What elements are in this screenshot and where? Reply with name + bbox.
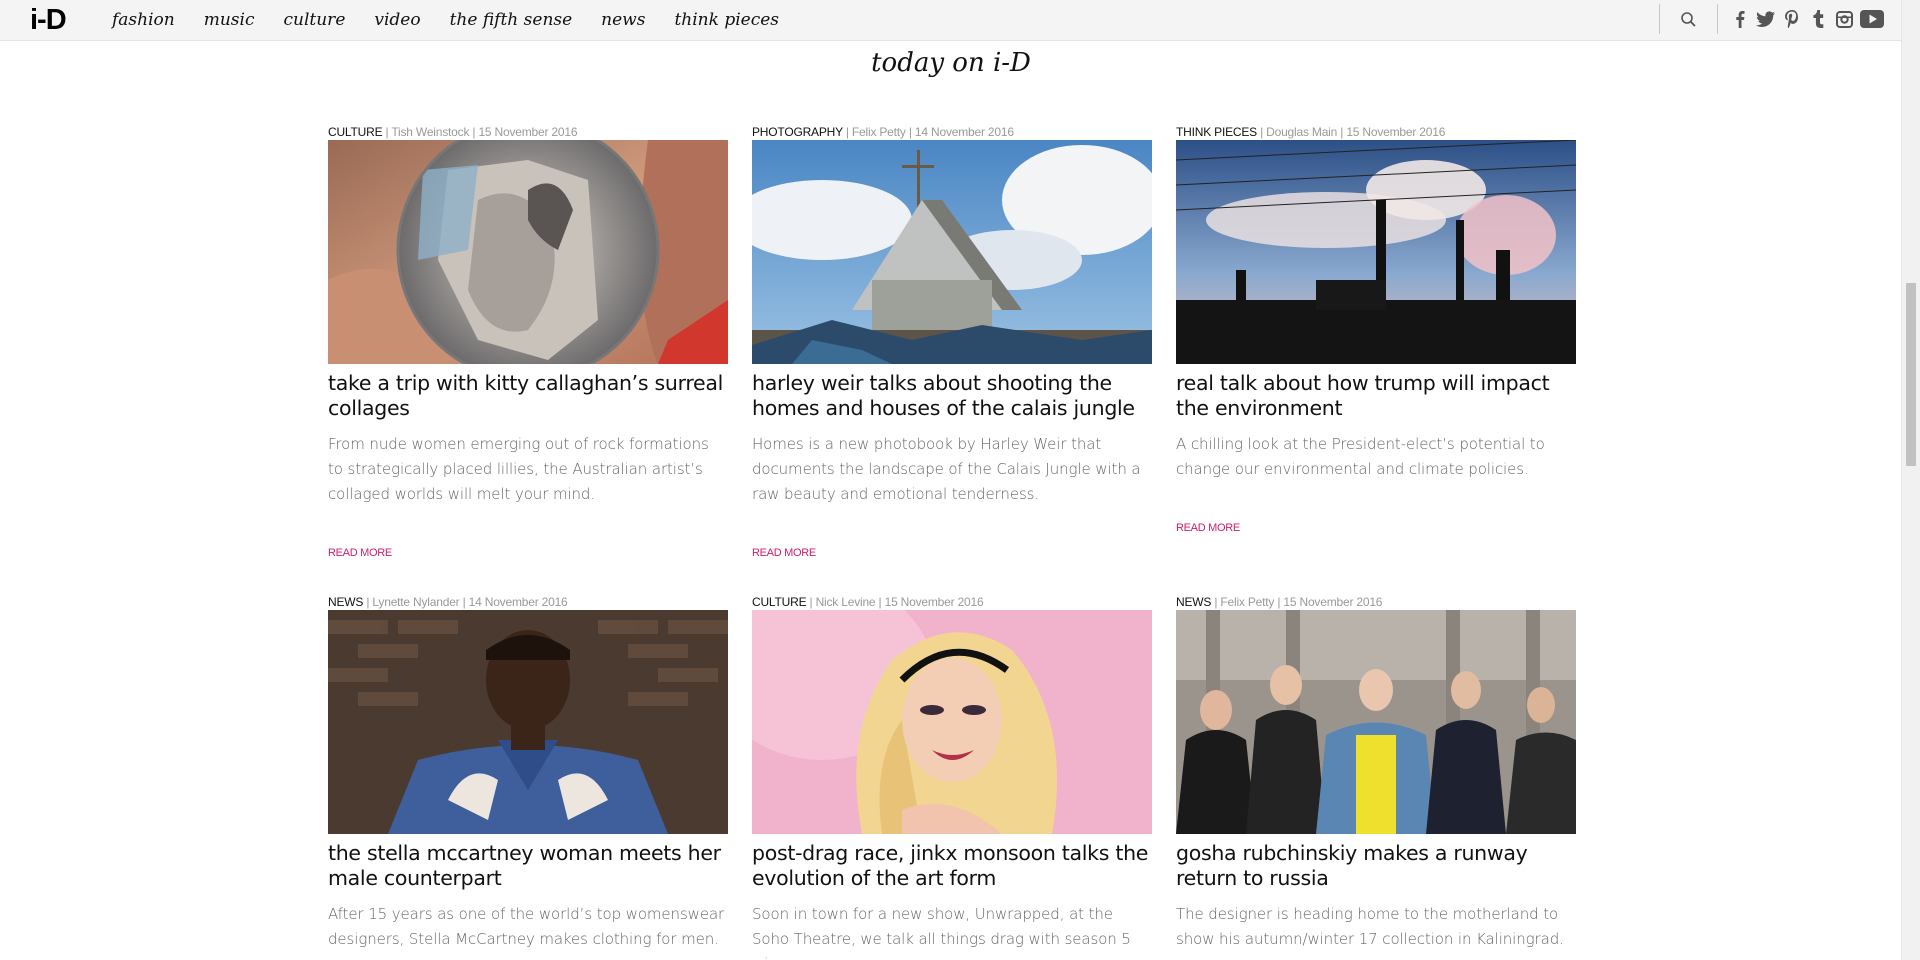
nav-item-think-pieces[interactable]: think pieces bbox=[674, 10, 779, 30]
article-title[interactable]: gosha rubchinskiy makes a runway return … bbox=[1176, 841, 1576, 891]
article-date: 15 November 2016 bbox=[1346, 125, 1446, 139]
article-card: NEWS | Lynette Nylander | 14 November 20… bbox=[328, 594, 728, 960]
site-logo[interactable]: i-D bbox=[30, 4, 67, 36]
article-date: 14 November 2016 bbox=[914, 125, 1014, 139]
article-author[interactable]: Douglas Main bbox=[1266, 125, 1337, 139]
article-card: NEWS | Felix Petty | 15 November 2016 go… bbox=[1176, 594, 1576, 960]
scrollbar-thumb[interactable] bbox=[1906, 283, 1916, 466]
article-excerpt: Homes is a new photobook by Harley Weir … bbox=[752, 435, 1141, 503]
article-image[interactable] bbox=[328, 610, 728, 834]
article-title[interactable]: the stella mccartney woman meets her mal… bbox=[328, 841, 728, 891]
twitter-icon[interactable] bbox=[1755, 8, 1777, 30]
page-scrollbar[interactable] bbox=[1901, 0, 1920, 960]
article-meta: NEWS | Lynette Nylander | 14 November 20… bbox=[328, 595, 568, 609]
read-more-link[interactable]: READ MORE bbox=[1176, 522, 1240, 534]
article-author[interactable]: Nick Levine bbox=[816, 595, 876, 609]
article-author[interactable]: Felix Petty bbox=[1220, 595, 1274, 609]
article-date: 15 November 2016 bbox=[478, 125, 578, 139]
nav-item-culture[interactable]: culture bbox=[284, 10, 346, 30]
article-meta: NEWS | Felix Petty | 15 November 2016 bbox=[1176, 595, 1383, 609]
article-excerpt: From nude women emerging out of rock for… bbox=[328, 435, 709, 503]
article-category[interactable]: NEWS bbox=[1176, 595, 1211, 609]
search-icon bbox=[1681, 12, 1696, 27]
read-more-link[interactable]: READ MORE bbox=[328, 547, 392, 559]
article-card: THINK PIECES | Douglas Main | 15 Novembe… bbox=[1176, 124, 1576, 564]
article-excerpt: After 15 years as one of the world’s top… bbox=[328, 905, 725, 948]
article-title[interactable]: take a trip with kitty callaghan’s surre… bbox=[328, 371, 728, 421]
nav-item-fashion[interactable]: fashion bbox=[112, 10, 175, 30]
article-image[interactable] bbox=[752, 140, 1152, 364]
article-category[interactable]: THINK PIECES bbox=[1176, 125, 1257, 139]
article-card: CULTURE | Tish Weinstock | 15 November 2… bbox=[328, 124, 728, 564]
article-image[interactable] bbox=[328, 140, 728, 364]
article-category[interactable]: CULTURE bbox=[328, 125, 383, 139]
nav-item-news[interactable]: news bbox=[601, 10, 645, 30]
article-image[interactable] bbox=[752, 610, 1152, 834]
article-meta: PHOTOGRAPHY | Felix Petty | 14 November … bbox=[752, 125, 1014, 139]
nav-divider bbox=[1659, 4, 1660, 34]
article-image[interactable] bbox=[1176, 610, 1576, 834]
facebook-icon[interactable] bbox=[1729, 8, 1751, 30]
instagram-icon[interactable] bbox=[1833, 8, 1855, 30]
article-card: PHOTOGRAPHY | Felix Petty | 14 November … bbox=[752, 124, 1152, 564]
article-image[interactable] bbox=[1176, 140, 1576, 364]
main-nav: fashion music culture video the fifth se… bbox=[112, 0, 808, 40]
search-button[interactable] bbox=[1677, 8, 1701, 32]
article-title[interactable]: post-drag race, jinkx monsoon talks the … bbox=[752, 841, 1152, 891]
article-date: 15 November 2016 bbox=[884, 595, 984, 609]
article-excerpt: A chilling look at the President-elect’s… bbox=[1176, 435, 1545, 478]
article-title[interactable]: real talk about how trump will impact th… bbox=[1176, 371, 1576, 421]
article-meta: THINK PIECES | Douglas Main | 15 Novembe… bbox=[1176, 125, 1446, 139]
article-date: 14 November 2016 bbox=[468, 595, 568, 609]
article-category[interactable]: PHOTOGRAPHY bbox=[752, 125, 843, 139]
article-title[interactable]: harley weir talks about shooting the hom… bbox=[752, 371, 1152, 421]
top-navigation-bar: i-D fashion music culture video the fift… bbox=[0, 0, 1902, 41]
article-author[interactable]: Felix Petty bbox=[852, 125, 906, 139]
article-meta: CULTURE | Tish Weinstock | 15 November 2… bbox=[328, 125, 578, 139]
nav-item-music[interactable]: music bbox=[204, 10, 255, 30]
article-category[interactable]: NEWS bbox=[328, 595, 363, 609]
pinterest-icon[interactable] bbox=[1781, 8, 1803, 30]
nav-item-video[interactable]: video bbox=[374, 10, 420, 30]
youtube-icon[interactable] bbox=[1859, 8, 1885, 30]
article-meta: CULTURE | Nick Levine | 15 November 2016 bbox=[752, 595, 984, 609]
article-category[interactable]: CULTURE bbox=[752, 595, 807, 609]
section-title: today on i-D bbox=[871, 48, 1031, 78]
article-author[interactable]: Tish Weinstock bbox=[391, 125, 469, 139]
article-excerpt: The designer is heading home to the moth… bbox=[1176, 905, 1564, 948]
article-card: CULTURE | Nick Levine | 15 November 2016… bbox=[752, 594, 1152, 960]
article-date: 15 November 2016 bbox=[1283, 595, 1383, 609]
article-author[interactable]: Lynette Nylander bbox=[372, 595, 459, 609]
nav-divider bbox=[1717, 4, 1718, 34]
article-excerpt: Soon in town for a new show, Unwrapped, … bbox=[752, 905, 1131, 960]
tumblr-icon[interactable] bbox=[1807, 8, 1829, 30]
nav-item-the-fifth-sense[interactable]: the fifth sense bbox=[450, 10, 573, 30]
read-more-link[interactable]: READ MORE bbox=[752, 547, 816, 559]
social-links bbox=[1729, 8, 1889, 30]
